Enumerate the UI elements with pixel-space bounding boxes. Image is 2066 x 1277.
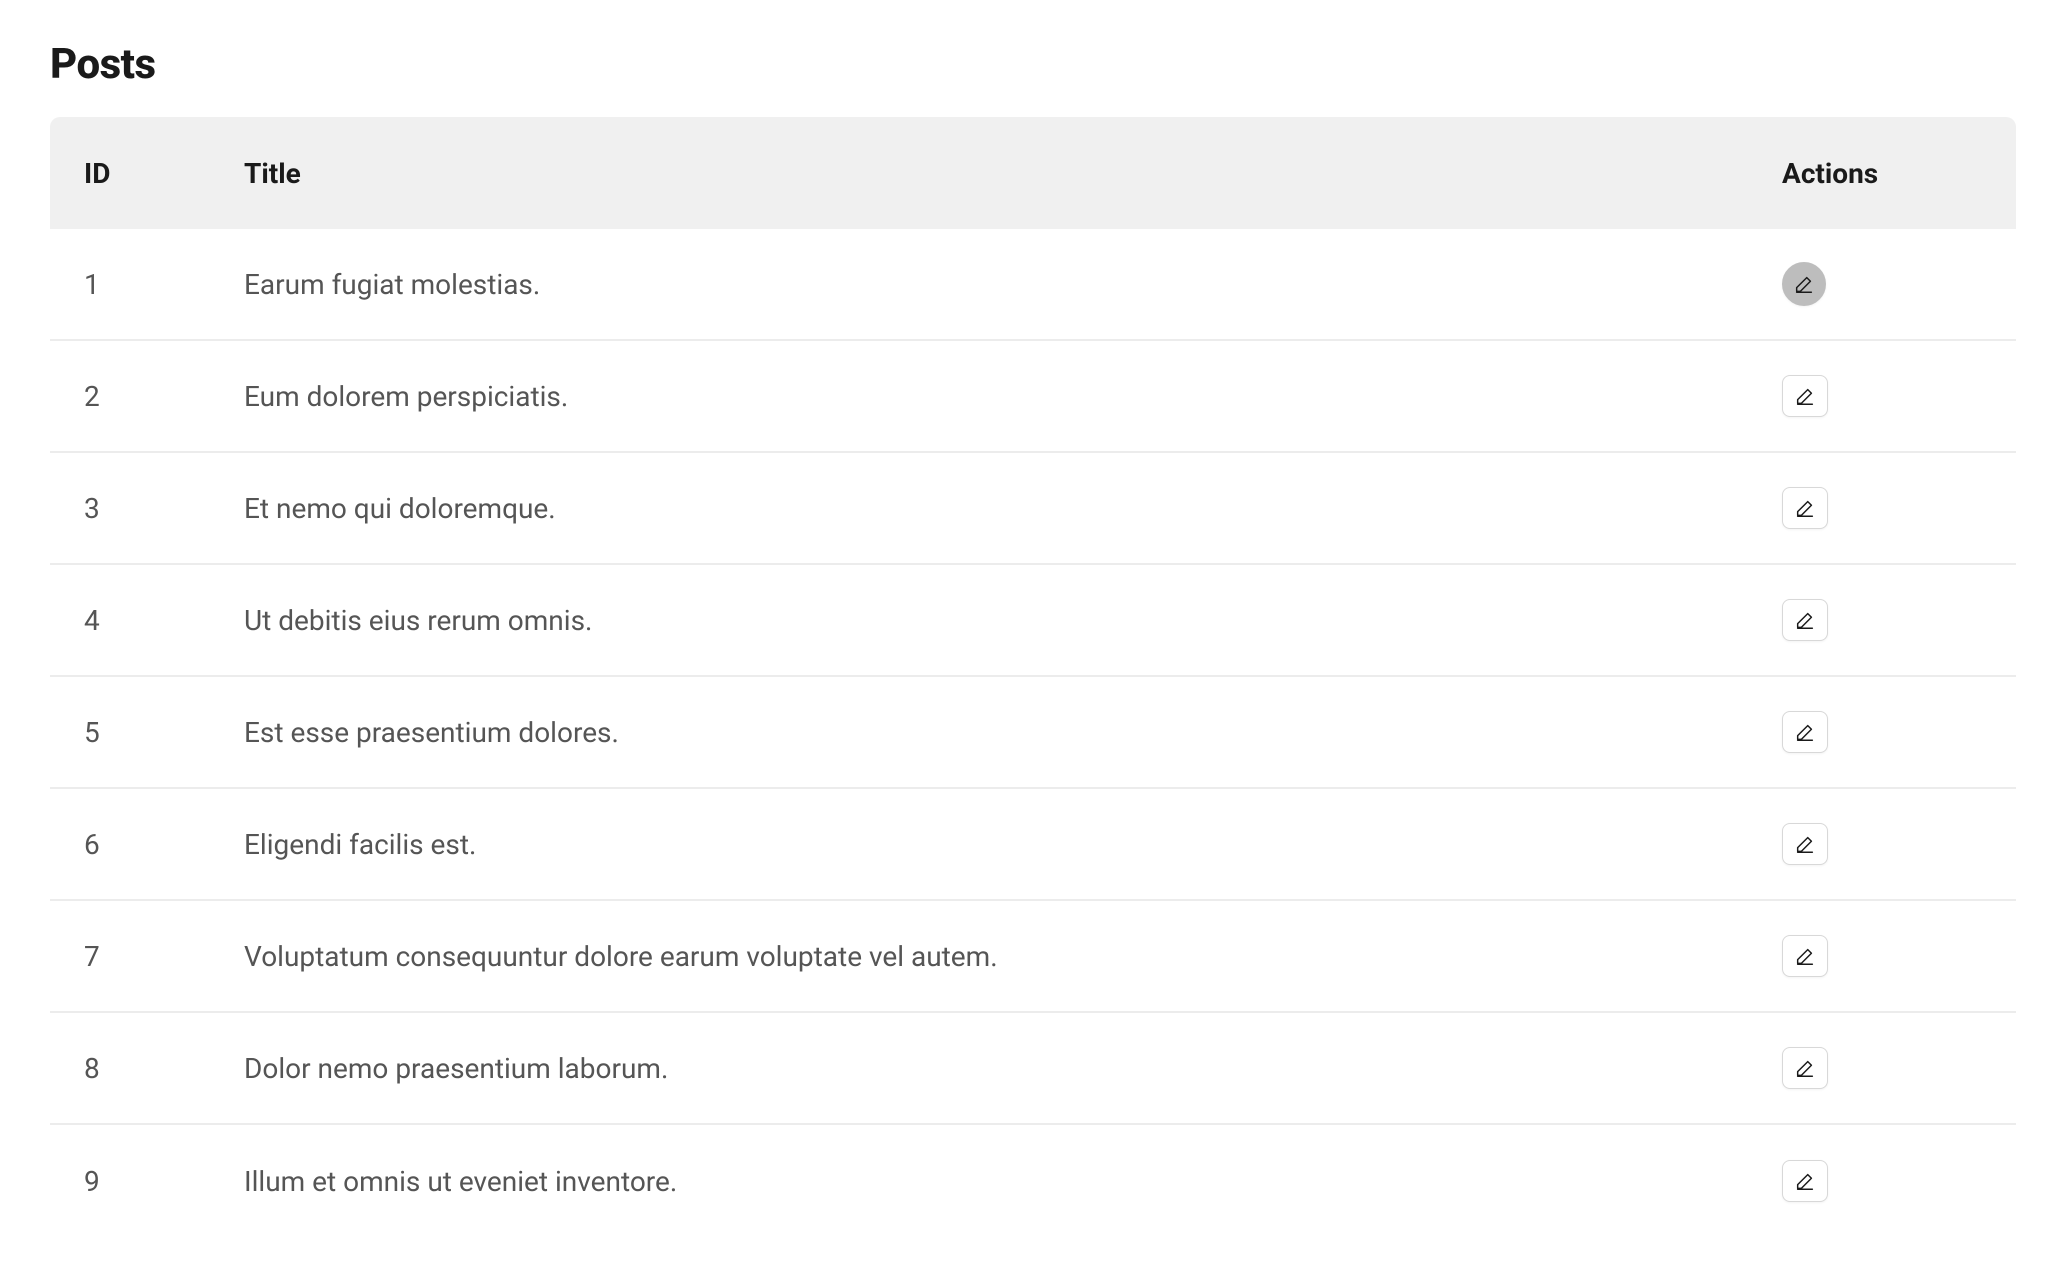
cell-actions [1782,599,1982,641]
cell-id: 1 [84,268,244,301]
edit-icon [1794,833,1816,855]
edit-button[interactable] [1782,935,1828,977]
cell-id: 7 [84,940,244,973]
edit-button[interactable] [1782,1160,1828,1202]
cell-title: Dolor nemo praesentium laborum. [244,1052,1782,1085]
table-body: 1Earum fugiat molestias. 2Eum dolorem pe… [50,229,2016,1237]
cell-actions [1782,1047,1982,1089]
cell-title: Est esse praesentium dolores. [244,716,1782,749]
table-row: 9Illum et omnis ut eveniet inventore. [50,1125,2016,1237]
cell-actions [1782,935,1982,977]
cell-id: 2 [84,380,244,413]
edit-button[interactable] [1782,1047,1828,1089]
cell-title: Eum dolorem perspiciatis. [244,380,1782,413]
edit-icon [1793,273,1815,295]
cell-title: Ut debitis eius rerum omnis. [244,604,1782,637]
table-row: 5Est esse praesentium dolores. [50,677,2016,789]
edit-button[interactable] [1782,375,1828,417]
table-row: 8Dolor nemo praesentium laborum. [50,1013,2016,1125]
edit-icon [1794,609,1816,631]
cell-title: Et nemo qui doloremque. [244,492,1782,525]
table-row: 4Ut debitis eius rerum omnis. [50,565,2016,677]
cell-id: 6 [84,828,244,861]
cell-title: Illum et omnis ut eveniet inventore. [244,1165,1782,1198]
cell-id: 8 [84,1052,244,1085]
edit-button[interactable] [1782,487,1828,529]
edit-button[interactable] [1782,823,1828,865]
cell-id: 4 [84,604,244,637]
cell-actions [1782,1160,1982,1202]
edit-button[interactable] [1782,599,1828,641]
cell-actions [1782,711,1982,753]
edit-button[interactable] [1782,711,1828,753]
cell-title: Voluptatum consequuntur dolore earum vol… [244,940,1782,973]
table-row: 1Earum fugiat molestias. [50,229,2016,341]
cell-title: Eligendi facilis est. [244,828,1782,861]
table-row: 2Eum dolorem perspiciatis. [50,341,2016,453]
cell-id: 9 [84,1165,244,1198]
column-header-id: ID [84,157,244,190]
cell-actions [1782,262,1982,306]
column-header-title: Title [244,157,1782,190]
column-header-actions: Actions [1782,157,1982,190]
cell-title: Earum fugiat molestias. [244,268,1782,301]
cell-actions [1782,823,1982,865]
posts-table: ID Title Actions 1Earum fugiat molestias… [50,117,2016,1237]
edit-icon [1794,721,1816,743]
cell-actions [1782,375,1982,417]
edit-button[interactable] [1782,262,1826,306]
edit-icon [1794,385,1816,407]
page-title: Posts [50,40,2016,89]
edit-icon [1794,1170,1816,1192]
cell-id: 5 [84,716,244,749]
table-row: 7Voluptatum consequuntur dolore earum vo… [50,901,2016,1013]
edit-icon [1794,497,1816,519]
cell-actions [1782,487,1982,529]
table-row: 3Et nemo qui doloremque. [50,453,2016,565]
table-row: 6Eligendi facilis est. [50,789,2016,901]
edit-icon [1794,1057,1816,1079]
cell-id: 3 [84,492,244,525]
edit-icon [1794,945,1816,967]
table-header-row: ID Title Actions [50,117,2016,229]
